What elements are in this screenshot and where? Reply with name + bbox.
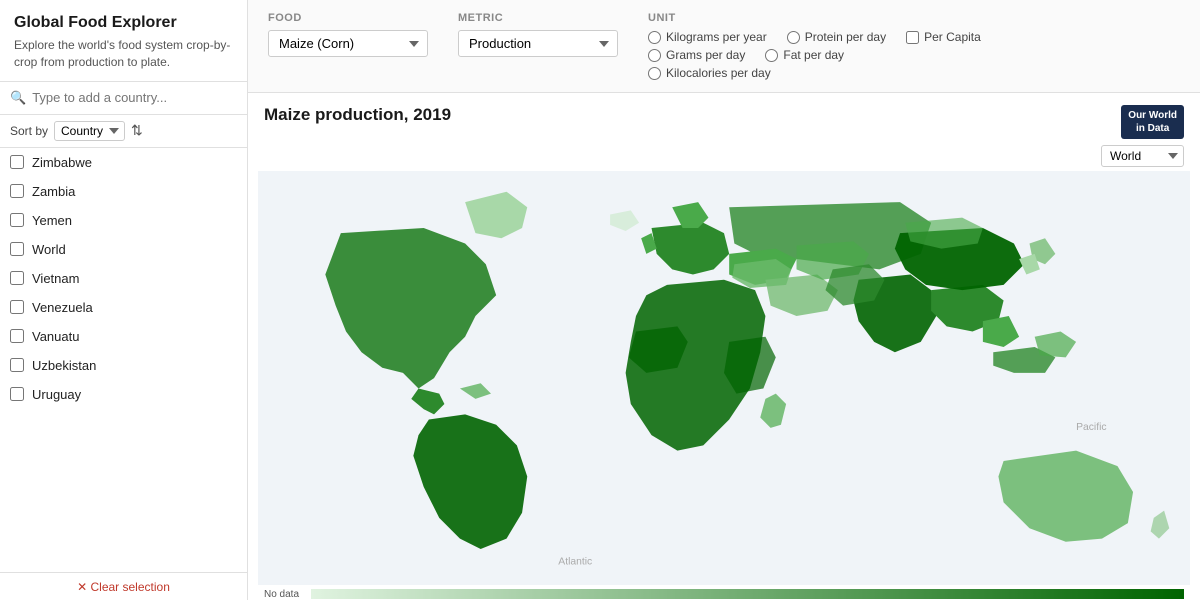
- radio-g-day[interactable]: Grams per day: [648, 48, 745, 62]
- unit-control: UNIT Kilograms per year Protein per day …: [648, 12, 981, 80]
- country-item: Yemen: [0, 206, 247, 235]
- search-input[interactable]: [32, 90, 237, 105]
- food-select[interactable]: Maize (Corn) Wheat Rice Soybeans: [268, 30, 428, 57]
- owid-line1: Our World: [1128, 109, 1177, 122]
- country-checkbox[interactable]: [10, 242, 24, 256]
- search-icon: 🔍: [10, 90, 26, 106]
- svg-text:Atlantic: Atlantic: [558, 557, 592, 568]
- per-capita-label: Per Capita: [924, 30, 981, 44]
- legend-area: No data 0 t 6.05 million t 13.4 million …: [248, 585, 1200, 600]
- country-name: Uruguay: [32, 387, 81, 402]
- country-name: World: [32, 242, 66, 257]
- country-checkbox[interactable]: [10, 387, 24, 401]
- metric-control: METRIC Production Consumption Imports Ex…: [458, 12, 618, 57]
- unit-row-3: Kilocalories per day: [648, 66, 981, 80]
- country-checkbox[interactable]: [10, 213, 24, 227]
- country-item: Uruguay: [0, 380, 247, 409]
- unit-row-1: Kilograms per year Protein per day Per C…: [648, 30, 981, 44]
- legend-bar: [311, 589, 1184, 599]
- country-name: Yemen: [32, 213, 72, 228]
- country-checkbox[interactable]: [10, 300, 24, 314]
- country-checkbox[interactable]: [10, 271, 24, 285]
- country-item: Uzbekistan: [0, 351, 247, 380]
- unit-label: UNIT: [648, 12, 981, 24]
- country-item: Zimbabwe: [0, 148, 247, 177]
- legend-nodata-label: No data: [264, 589, 299, 600]
- app-subtitle: Explore the world's food system crop-by-…: [14, 37, 233, 71]
- country-item: Vanuatu: [0, 322, 247, 351]
- owid-badge: Our World in Data: [1121, 105, 1184, 139]
- country-name: Zambia: [32, 184, 75, 199]
- owid-line2: in Data: [1128, 122, 1177, 135]
- sidebar: Global Food Explorer Explore the world's…: [0, 0, 248, 600]
- radio-kg-year[interactable]: Kilograms per year: [648, 30, 767, 44]
- country-item: World: [0, 235, 247, 264]
- clear-link[interactable]: ✕ Clear selection: [77, 580, 170, 594]
- checkbox-per-capita[interactable]: Per Capita: [906, 30, 981, 44]
- country-name: Venezuela: [32, 300, 93, 315]
- chart-header: Maize production, 2019 Our World in Data: [248, 93, 1200, 145]
- country-list: Zimbabwe Zambia Yemen World Vietnam Venezuela…: [0, 148, 247, 572]
- country-name: Vietnam: [32, 271, 79, 286]
- food-label: FOOD: [268, 12, 428, 24]
- main-content: FOOD Maize (Corn) Wheat Rice Soybeans ME…: [248, 0, 1200, 600]
- country-name: Uzbekistan: [32, 358, 96, 373]
- country-checkbox[interactable]: [10, 329, 24, 343]
- country-name: Vanuatu: [32, 329, 79, 344]
- world-map[interactable]: Atlantic Pacific: [258, 171, 1190, 585]
- country-name: Zimbabwe: [32, 155, 92, 170]
- radio-fat-day[interactable]: Fat per day: [765, 48, 844, 62]
- legend-nodata: No data: [264, 589, 299, 600]
- app-title: Global Food Explorer: [14, 14, 233, 32]
- country-item: Vietnam: [0, 264, 247, 293]
- country-item: Venezuela: [0, 293, 247, 322]
- country-item: Zambia: [0, 177, 247, 206]
- sort-row: Sort by Country Value ⇅: [0, 115, 247, 148]
- metric-label: METRIC: [458, 12, 618, 24]
- map-controls: World Africa Asia Europe Americas Oceani…: [248, 145, 1200, 171]
- country-checkbox[interactable]: [10, 358, 24, 372]
- clear-selection[interactable]: ✕ Clear selection: [0, 572, 247, 600]
- food-control: FOOD Maize (Corn) Wheat Rice Soybeans: [268, 12, 428, 57]
- sidebar-header: Global Food Explorer Explore the world's…: [0, 0, 247, 82]
- map-container: Atlantic Pacific: [248, 171, 1200, 585]
- sort-order-icon[interactable]: ⇅: [131, 122, 143, 139]
- chart-area: Maize production, 2019 Our World in Data…: [248, 93, 1200, 600]
- search-box[interactable]: 🔍: [0, 82, 247, 115]
- country-checkbox[interactable]: [10, 155, 24, 169]
- chart-title: Maize production, 2019: [264, 105, 451, 125]
- controls-bar: FOOD Maize (Corn) Wheat Rice Soybeans ME…: [248, 0, 1200, 93]
- unit-row-2: Grams per day Fat per day: [648, 48, 981, 62]
- sort-select[interactable]: Country Value: [54, 121, 125, 141]
- radio-kcal-day[interactable]: Kilocalories per day: [648, 66, 771, 80]
- country-checkbox[interactable]: [10, 184, 24, 198]
- legend-gradient: 0 t 6.05 million t 13.4 million t 24.75 …: [311, 589, 1184, 600]
- map-view-select[interactable]: World Africa Asia Europe Americas Oceani…: [1101, 145, 1184, 167]
- radio-protein-day[interactable]: Protein per day: [787, 30, 886, 44]
- unit-options: Kilograms per year Protein per day Per C…: [648, 30, 981, 80]
- metric-select[interactable]: Production Consumption Imports Exports: [458, 30, 618, 57]
- sort-label: Sort by: [10, 124, 48, 138]
- svg-text:Pacific: Pacific: [1076, 422, 1106, 433]
